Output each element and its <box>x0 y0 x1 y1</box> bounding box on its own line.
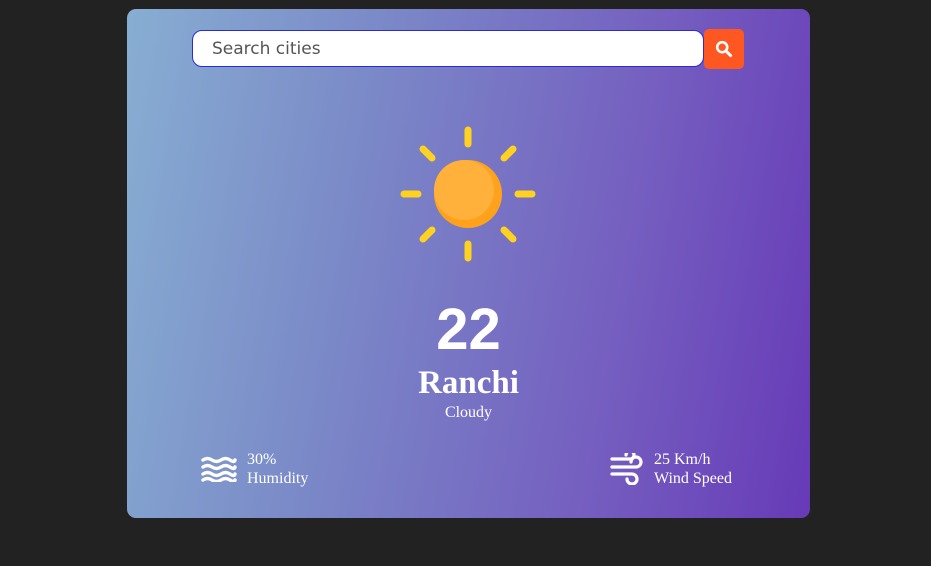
wind-stat: 25 Km/h Wind Speed <box>610 450 732 488</box>
humidity-label: Humidity <box>247 470 309 487</box>
humidity-value: 30% <box>247 451 277 468</box>
sun-icon <box>400 126 536 262</box>
search-icon <box>715 40 733 58</box>
search-button[interactable] <box>704 29 744 69</box>
weather-card: 22 Ranchi Cloudy 30% Humidity 25 Km/h <box>127 9 810 518</box>
waves-icon <box>201 456 237 482</box>
wind-speed-label: Wind Speed <box>654 470 733 487</box>
city-name: Ranchi <box>418 365 519 401</box>
wind-icon <box>610 453 643 485</box>
wind-speed-value: 25 Km/h <box>654 451 711 468</box>
weather-description: Cloudy <box>444 404 493 421</box>
temperature-value: 22 <box>436 297 501 362</box>
humidity-stat: 30% Humidity <box>201 450 308 488</box>
search-input[interactable] <box>192 30 704 67</box>
